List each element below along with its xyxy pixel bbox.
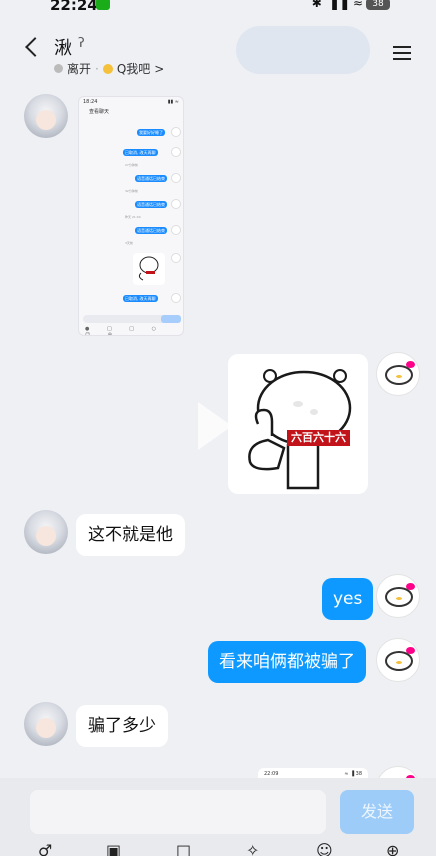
contact-avatar[interactable] xyxy=(24,702,68,746)
screenshot-bubble: 语音通话已结束 xyxy=(135,175,167,182)
screenshot-status-icons: ▮▮ ≈ xyxy=(167,99,179,105)
screenshot-bubble: 我要好好睡了 xyxy=(137,129,165,136)
message-bubble[interactable]: 这不就是他 xyxy=(76,514,185,556)
my-avatar[interactable] xyxy=(376,574,420,618)
wechat-notification-icon xyxy=(96,0,110,10)
screenshot-avatar xyxy=(171,173,181,183)
sent-image-status: ≈ ▐ 38 xyxy=(344,771,362,777)
message-input[interactable] xyxy=(30,790,326,834)
message-bubble[interactable]: 看来咱俩都被骗了 xyxy=(208,641,366,683)
my-avatar[interactable] xyxy=(376,352,420,396)
away-status-text: 离开 xyxy=(67,62,92,76)
header-blurred-area xyxy=(236,26,370,74)
screenshot-avatar xyxy=(171,199,181,209)
screenshot-toolbar: ● □ □ ○ ☺ ⊕ xyxy=(85,326,164,336)
hello-kitty-icon xyxy=(385,647,415,671)
chevron-right-icon: > xyxy=(154,61,165,76)
screenshot-timestamp: 3天前 xyxy=(125,241,133,245)
sticker-caption: 六百六十六 xyxy=(287,430,350,446)
chat-header: 湫 ʔ 离开 · Q我吧 > xyxy=(0,18,436,84)
red-packet-icon[interactable]: ✧ xyxy=(246,843,259,856)
ear-icon: ʔ xyxy=(78,36,85,51)
chat-messages[interactable]: 18:24 ▮▮ ≈ 查看聊天 我要好好睡了 已取消, 改天再聊 27分钟前 语… xyxy=(0,84,436,786)
screenshot-timestamp: 27分钟前 xyxy=(125,163,138,167)
screenshot-image-message[interactable]: 18:24 ▮▮ ≈ 查看聊天 我要好好睡了 已取消, 改天再聊 27分钟前 语… xyxy=(78,96,184,336)
message-bubble[interactable]: 骗了多少 xyxy=(76,705,168,747)
sticker-message[interactable]: 六百六十六 xyxy=(228,354,368,494)
screenshot-bubble: 语音通话已结束 xyxy=(135,201,167,208)
contact-name[interactable]: 湫 xyxy=(54,34,72,60)
plus-icon[interactable]: ⊕ xyxy=(386,843,399,856)
system-icons: ✱ ▐▐ ≈ xyxy=(311,0,364,10)
input-toolbar: ♂ ▣ □ ✧ ☺ ⊕ xyxy=(0,843,436,856)
bear-sticker-icon xyxy=(248,369,352,490)
screenshot-avatar xyxy=(171,293,181,303)
location-text: Q我吧 xyxy=(116,62,151,76)
image-icon[interactable]: ▣ xyxy=(106,843,121,856)
screenshot-avatar xyxy=(171,225,181,235)
screenshot-timestamp: 昨天 21:04 xyxy=(125,215,141,219)
screenshot-bubble: 语音通话已结束 xyxy=(135,227,167,234)
contact-status-line[interactable]: 离开 · Q我吧 > xyxy=(54,60,164,77)
contact-avatar[interactable] xyxy=(24,94,68,138)
status-time: 22:24 xyxy=(50,0,98,14)
menu-icon[interactable] xyxy=(393,46,411,60)
screenshot-title: 查看聊天 xyxy=(89,109,110,115)
camera-icon[interactable]: □ xyxy=(176,843,191,856)
play-icon[interactable] xyxy=(198,402,232,450)
screenshot-bubble: 已取消, 改天再聊 xyxy=(123,149,158,156)
screenshot-time: 18:24 xyxy=(83,99,98,105)
hello-kitty-icon xyxy=(385,583,415,607)
voice-icon[interactable]: ♂ xyxy=(38,843,52,856)
back-arrow-icon[interactable] xyxy=(25,37,45,57)
message-bubble[interactable]: yes xyxy=(322,578,374,620)
screenshot-timestamp: 32分钟前 xyxy=(125,189,138,193)
smile-icon xyxy=(102,63,113,74)
screenshot-bubble: 已取消, 改天再聊 xyxy=(123,295,158,302)
screenshot-avatar xyxy=(171,253,181,263)
status-bar: 22:24 ✱ ▐▐ ≈ 38 xyxy=(0,0,436,18)
emoji-icon[interactable]: ☺ xyxy=(316,843,333,856)
screenshot-avatar xyxy=(171,147,181,157)
screenshot-sticker xyxy=(133,253,165,285)
away-status-icon xyxy=(54,64,63,73)
sent-image-time: 22:09 xyxy=(264,771,279,777)
battery-icon: 38 xyxy=(366,0,390,10)
send-button[interactable]: 发送 xyxy=(340,790,414,834)
contact-avatar[interactable] xyxy=(24,510,68,554)
hello-kitty-icon xyxy=(385,361,415,385)
input-area: 发送 ♂ ▣ □ ✧ ☺ ⊕ xyxy=(0,778,436,856)
my-avatar[interactable] xyxy=(376,638,420,682)
screenshot-avatar xyxy=(171,127,181,137)
screenshot-send xyxy=(161,315,181,323)
